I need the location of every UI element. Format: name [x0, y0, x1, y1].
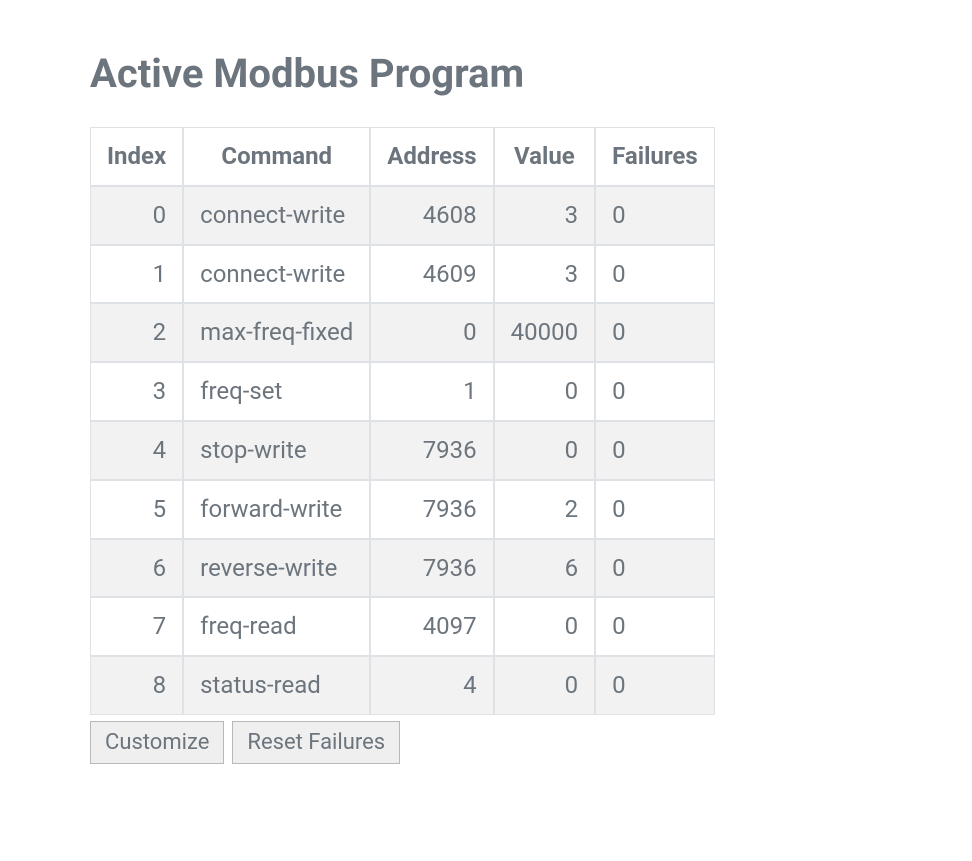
cell-address: 4609: [370, 245, 493, 304]
cell-address: 7936: [370, 480, 493, 539]
cell-value: 3: [494, 186, 595, 245]
page-title: Active Modbus Program: [90, 50, 882, 97]
cell-value: 6: [494, 539, 595, 598]
cell-failures: 0: [595, 303, 715, 362]
cell-address: 7936: [370, 421, 493, 480]
col-header-address: Address: [370, 127, 493, 186]
cell-failures: 0: [595, 245, 715, 304]
cell-index: 6: [90, 539, 183, 598]
col-header-command: Command: [183, 127, 370, 186]
cell-command: connect-write: [183, 245, 370, 304]
button-row: Customize Reset Failures: [90, 721, 882, 764]
cell-value: 0: [494, 362, 595, 421]
table-row: 7 freq-read 4097 0 0: [90, 597, 715, 656]
cell-failures: 0: [595, 421, 715, 480]
cell-command: connect-write: [183, 186, 370, 245]
cell-command: max-freq-fixed: [183, 303, 370, 362]
cell-command: forward-write: [183, 480, 370, 539]
cell-command: stop-write: [183, 421, 370, 480]
reset-failures-button[interactable]: Reset Failures: [232, 721, 400, 764]
cell-index: 5: [90, 480, 183, 539]
cell-index: 4: [90, 421, 183, 480]
cell-failures: 0: [595, 480, 715, 539]
cell-index: 3: [90, 362, 183, 421]
col-header-value: Value: [494, 127, 595, 186]
cell-command: freq-set: [183, 362, 370, 421]
table-row: 4 stop-write 7936 0 0: [90, 421, 715, 480]
cell-command: freq-read: [183, 597, 370, 656]
table-row: 6 reverse-write 7936 6 0: [90, 539, 715, 598]
customize-button[interactable]: Customize: [90, 721, 224, 764]
modbus-program-table: Index Command Address Value Failures 0 c…: [90, 127, 715, 715]
cell-address: 4097: [370, 597, 493, 656]
cell-index: 0: [90, 186, 183, 245]
table-row: 0 connect-write 4608 3 0: [90, 186, 715, 245]
cell-address: 4608: [370, 186, 493, 245]
cell-failures: 0: [595, 597, 715, 656]
table-row: 3 freq-set 1 0 0: [90, 362, 715, 421]
cell-address: 4: [370, 656, 493, 715]
col-header-failures: Failures: [595, 127, 715, 186]
cell-failures: 0: [595, 656, 715, 715]
cell-value: 2: [494, 480, 595, 539]
cell-address: 1: [370, 362, 493, 421]
cell-value: 0: [494, 597, 595, 656]
cell-value: 0: [494, 421, 595, 480]
cell-index: 2: [90, 303, 183, 362]
table-row: 2 max-freq-fixed 0 40000 0: [90, 303, 715, 362]
cell-value: 40000: [494, 303, 595, 362]
cell-value: 3: [494, 245, 595, 304]
cell-index: 8: [90, 656, 183, 715]
table-row: 8 status-read 4 0 0: [90, 656, 715, 715]
cell-failures: 0: [595, 539, 715, 598]
col-header-index: Index: [90, 127, 183, 186]
cell-failures: 0: [595, 362, 715, 421]
cell-value: 0: [494, 656, 595, 715]
table-row: 5 forward-write 7936 2 0: [90, 480, 715, 539]
cell-address: 7936: [370, 539, 493, 598]
table-header-row: Index Command Address Value Failures: [90, 127, 715, 186]
cell-failures: 0: [595, 186, 715, 245]
cell-index: 7: [90, 597, 183, 656]
cell-index: 1: [90, 245, 183, 304]
cell-address: 0: [370, 303, 493, 362]
cell-command: status-read: [183, 656, 370, 715]
cell-command: reverse-write: [183, 539, 370, 598]
table-row: 1 connect-write 4609 3 0: [90, 245, 715, 304]
